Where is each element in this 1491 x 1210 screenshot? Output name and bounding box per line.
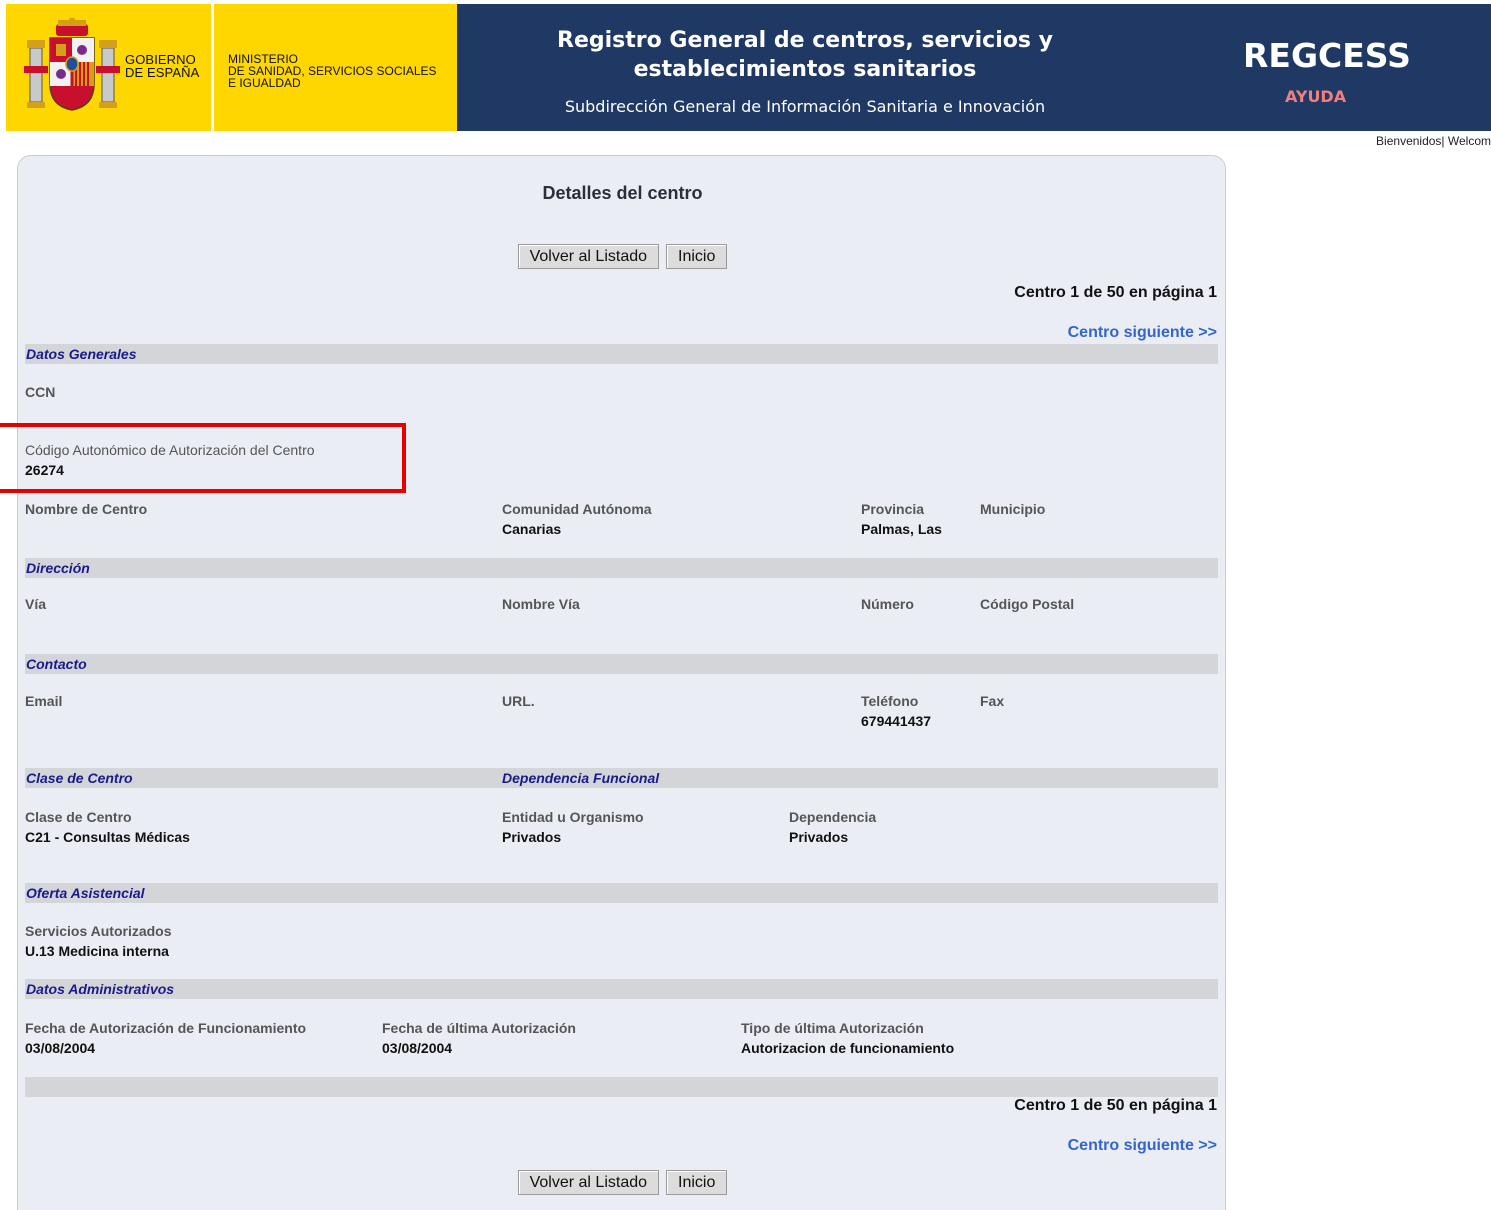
section-admin: Datos Administrativos [25, 979, 1218, 999]
section-general: Datos Generales [25, 344, 1218, 364]
banner-divider [211, 4, 214, 131]
section-offer: Oferta Asistencial [25, 883, 1218, 903]
top-button-row: Volver al Listado Inicio [18, 244, 1227, 269]
home-button-bottom[interactable]: Inicio [666, 1170, 728, 1195]
ministry-line-3: E IGUALDAD [228, 76, 301, 90]
site-header: GOBIERNO DE ESPAÑA MINISTERIO DE SANIDAD… [6, 4, 1491, 131]
url-label: URL. [502, 693, 535, 709]
last-auth-date-label: Fecha de última Autorización [382, 1020, 576, 1036]
dependency-value: Privados [789, 829, 849, 845]
government-label: GOBIERNO DE ESPAÑA [125, 53, 199, 79]
section-dependency-label: Dependencia Funcional [502, 770, 660, 786]
section-admin-label: Datos Administrativos [26, 981, 175, 997]
center-details-panel: Detalles del centro Volver al Listado In… [17, 155, 1226, 1210]
brand-name: REGCESS [1243, 36, 1411, 75]
next-center-link[interactable]: Centro siguiente >> [1068, 324, 1217, 342]
section-class-dependency: Clase de Centro Dependencia Funcional [25, 768, 1218, 788]
ministry-label: MINISTERIO DE SANIDAD, SERVICIOS SOCIALE… [228, 53, 437, 89]
site-title: Registro General de centros, servicios y… [457, 26, 1153, 84]
phone-value: 679441437 [861, 713, 932, 729]
title-banner: Registro General de centros, servicios y… [457, 4, 1491, 131]
home-button[interactable]: Inicio [666, 244, 728, 269]
last-auth-type-value: Autorizacion de funcionamiento [741, 1040, 955, 1056]
center-name-label: Nombre de Centro [25, 501, 148, 517]
op-auth-date-value: 03/08/2004 [25, 1040, 96, 1056]
section-offer-label: Oferta Asistencial [26, 885, 145, 901]
street-name-label: Nombre Vía [502, 596, 580, 612]
section-contact-label: Contacto [26, 656, 87, 672]
number-label: Número [861, 596, 914, 612]
coat-of-arms-icon [24, 18, 120, 111]
bottom-button-row: Volver al Listado Inicio [18, 1170, 1227, 1195]
site-title-line-2: establecimientos sanitarios [633, 57, 977, 82]
op-auth-date-label: Fecha de Autorización de Funcionamiento [25, 1020, 307, 1036]
record-counter-bottom: Centro 1 de 50 en página 1 [1014, 1097, 1217, 1114]
section-contact: Contacto [25, 654, 1218, 674]
page-title: Detalles del centro [542, 183, 703, 203]
province-label: Provincia [861, 501, 925, 517]
email-label: Email [25, 693, 63, 709]
welcome-text: Bienvenidos| Welcom [1376, 134, 1491, 148]
last-auth-date-value: 03/08/2004 [382, 1040, 453, 1056]
municipality-label: Municipio [980, 501, 1046, 517]
annotation-highlight-box [0, 423, 406, 493]
site-subtitle: Subdirección General de Información Sani… [564, 97, 1046, 116]
province-value: Palmas, Las [861, 521, 942, 537]
last-auth-type-label: Tipo de última Autorización [741, 1020, 924, 1036]
fax-label: Fax [980, 693, 1005, 709]
dependency-label: Dependencia [789, 809, 877, 825]
back-to-list-button-bottom[interactable]: Volver al Listado [517, 1170, 660, 1195]
site-title-line-1: Registro General de centros, servicios y [557, 28, 1053, 53]
next-center-link-bottom[interactable]: Centro siguiente >> [1068, 1137, 1217, 1155]
back-to-list-button[interactable]: Volver al Listado [517, 244, 660, 269]
record-counter: Centro 1 de 50 en página 1 [1014, 284, 1217, 301]
section-address-label: Dirección [26, 560, 90, 576]
section-address: Dirección [25, 558, 1218, 578]
entity-value: Privados [502, 829, 562, 845]
center-class-label: Clase de Centro [25, 809, 132, 825]
entity-label: Entidad u Organismo [502, 809, 644, 825]
ccn-label: CCN [25, 384, 56, 400]
government-line-2: DE ESPAÑA [125, 65, 200, 80]
region-value: Canarias [502, 521, 562, 537]
street-type-label: Vía [25, 596, 47, 612]
government-banner: GOBIERNO DE ESPAÑA MINISTERIO DE SANIDAD… [6, 4, 457, 131]
services-value: U.13 Medicina interna [25, 943, 169, 959]
phone-label: Teléfono [861, 693, 919, 709]
center-class-value: C21 - Consultas Médicas [25, 829, 190, 845]
footer-divider-bar [25, 1077, 1218, 1097]
section-class-label: Clase de Centro [26, 770, 133, 786]
postal-code-label: Código Postal [980, 596, 1075, 612]
services-label: Servicios Autorizados [25, 923, 172, 939]
region-label: Comunidad Autónoma [502, 501, 652, 517]
section-general-label: Datos Generales [26, 346, 137, 362]
help-link[interactable]: AYUDA [1285, 87, 1346, 106]
